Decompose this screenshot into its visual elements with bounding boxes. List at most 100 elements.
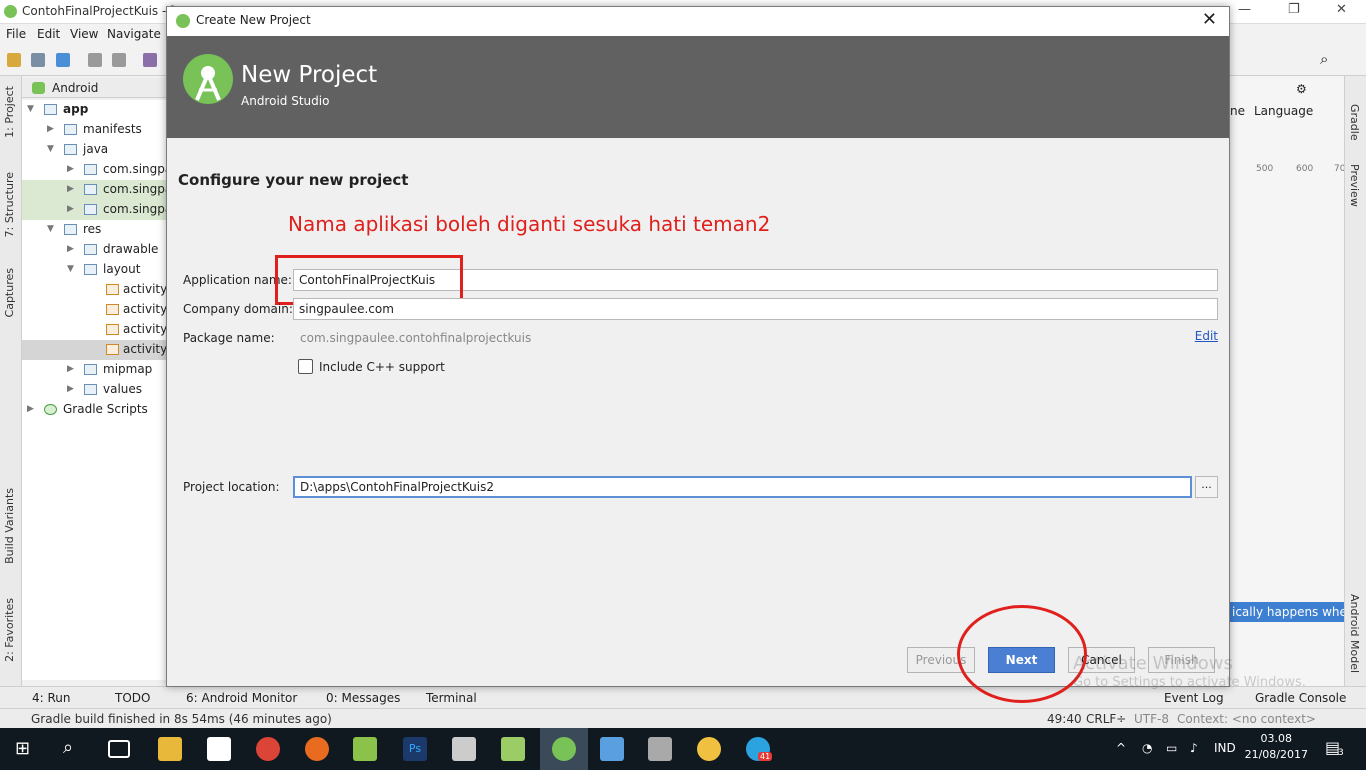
highlight-circle — [957, 605, 1087, 703]
menu-view[interactable]: View — [70, 27, 98, 41]
menu-edit[interactable]: Edit — [37, 27, 60, 41]
tree-item[interactable]: ▶ com.singpa — [22, 200, 166, 220]
minimize-icon[interactable]: — — [1238, 2, 1251, 17]
menu-navigate[interactable]: Navigate — [107, 27, 161, 41]
app-icon[interactable] — [353, 737, 377, 761]
tab-android-monitor[interactable]: 6: Android Monitor — [186, 691, 297, 705]
windows-taskbar: ⊞ ⌕ Ps 41 ^ ◔ ▭ ♪ IND 03.08 21/08/2017 ▤… — [0, 728, 1366, 770]
tab-project[interactable]: 1: Project — [3, 86, 16, 138]
firefox-icon[interactable] — [305, 737, 329, 761]
project-view-selector[interactable]: Android — [52, 81, 98, 95]
virtualbox-icon[interactable] — [600, 737, 624, 761]
context-indicator: Context: <no context> — [1177, 712, 1316, 726]
android-icon — [32, 82, 45, 94]
tree-item[interactable]: ▼ java — [22, 140, 166, 160]
tree-item[interactable]: ▼ res — [22, 220, 166, 240]
android-studio-icon[interactable] — [552, 737, 576, 761]
tab-gradle[interactable]: Gradle — [1348, 104, 1361, 141]
tree-item[interactable]: activity_ — [22, 300, 166, 320]
dialog-title: Create New Project — [196, 13, 311, 27]
browse-button[interactable]: ... — [1195, 476, 1218, 498]
photoshop-icon[interactable]: Ps — [403, 737, 427, 761]
notification-count: 3 — [1338, 748, 1344, 758]
tab-messages[interactable]: 0: Messages — [326, 691, 400, 705]
chevron-up-icon[interactable]: ^ — [1116, 741, 1126, 755]
tree-item[interactable]: ▶ manifests — [22, 120, 166, 140]
windows-start-icon[interactable]: ⊞ — [15, 738, 30, 759]
tab-run[interactable]: 4: Run — [32, 691, 71, 705]
include-cpp-checkbox[interactable] — [298, 359, 313, 374]
tab-favorites[interactable]: 2: Favorites — [3, 598, 16, 662]
project-location-input[interactable] — [293, 476, 1192, 498]
create-project-dialog: Create New Project ✕ New Project Android… — [166, 6, 1306, 703]
activation-watermark-sub: Go to Settings to activate Windows. — [1073, 675, 1306, 690]
maximize-icon[interactable]: ❐ — [1288, 2, 1300, 17]
tree-item[interactable]: ▶ mipmap — [22, 360, 166, 380]
tab-preview[interactable]: Preview — [1348, 164, 1361, 207]
tab-structure[interactable]: 7: Structure — [3, 172, 16, 237]
battery-icon[interactable]: ▭ — [1166, 741, 1177, 755]
app-icon[interactable] — [501, 737, 525, 761]
file-explorer-icon[interactable] — [158, 737, 182, 761]
telegram-badge: 41 — [758, 752, 773, 761]
menu-file[interactable]: File — [6, 27, 26, 41]
tree-item[interactable]: ▶ com.singpa — [22, 160, 166, 180]
redo-icon[interactable] — [112, 53, 126, 67]
tree-item[interactable]: ▶ drawable — [22, 240, 166, 260]
cut-icon[interactable] — [143, 53, 157, 67]
undo-icon[interactable] — [88, 53, 102, 67]
android-studio-icon — [4, 5, 17, 18]
line-separator[interactable]: CRLF÷ — [1086, 712, 1126, 726]
tab-android-model[interactable]: Android Model — [1348, 594, 1361, 673]
ide-close-icon[interactable]: ✕ — [1336, 2, 1347, 17]
open-folder-icon[interactable] — [7, 53, 21, 67]
tree-item[interactable]: ▼ app — [22, 100, 166, 120]
language-selector[interactable]: Language — [1254, 104, 1313, 118]
search-icon[interactable]: ⌕ — [63, 737, 73, 758]
volume-icon[interactable]: ♪ — [1190, 741, 1198, 755]
tree-item[interactable]: ▶ values — [22, 380, 166, 400]
store-icon[interactable] — [207, 737, 231, 761]
company-domain-input[interactable] — [293, 298, 1218, 320]
chrome-icon[interactable] — [256, 737, 280, 761]
task-view-icon[interactable] — [108, 740, 130, 758]
save-icon[interactable] — [31, 53, 45, 67]
banner-subtitle: Android Studio — [241, 94, 330, 108]
sync-icon[interactable] — [56, 53, 70, 67]
language-indicator[interactable]: IND — [1214, 741, 1236, 755]
tree-item[interactable]: activity_ — [22, 280, 166, 300]
cursor-position[interactable]: 49:40 — [1047, 712, 1082, 726]
tree-item[interactable]: activity_ — [22, 340, 166, 360]
search-icon[interactable]: ⌕ — [1320, 50, 1328, 68]
status-message: Gradle build finished in 8s 54ms (46 min… — [31, 712, 332, 726]
edit-package-link[interactable]: Edit — [1195, 329, 1218, 343]
partial-label: ne — [1230, 104, 1245, 118]
activation-watermark: Activate Windows — [1073, 653, 1233, 674]
tab-gradle-console[interactable]: Gradle Console — [1255, 691, 1346, 705]
tree-item[interactable]: ▶ com.singpa — [22, 180, 166, 200]
clock-time: 03.08 — [1260, 732, 1293, 745]
network-icon[interactable]: ◔ — [1142, 741, 1152, 755]
project-view-header: Android — [22, 78, 166, 98]
android-studio-logo-icon — [183, 54, 233, 104]
tree-item[interactable]: ▼ layout — [22, 260, 166, 280]
tab-todo[interactable]: TODO — [115, 691, 150, 705]
calendar-icon[interactable] — [452, 737, 476, 761]
tab-terminal[interactable]: Terminal — [426, 691, 477, 705]
include-cpp-label[interactable]: Include C++ support — [319, 360, 445, 374]
tab-event-log[interactable]: Event Log — [1164, 691, 1224, 705]
tab-captures[interactable]: Captures — [3, 268, 16, 317]
clock[interactable]: 03.08 21/08/2017 — [1245, 731, 1308, 763]
settings-icon[interactable]: ⚙ — [1296, 82, 1307, 96]
file-encoding[interactable]: UTF-8 — [1134, 712, 1169, 726]
paint-icon[interactable] — [697, 737, 721, 761]
dialog-title-bar: Create New Project ✕ — [167, 7, 1229, 36]
emulator-icon[interactable] — [648, 737, 672, 761]
project-location-label: Project location: — [183, 480, 280, 494]
info-banner: ically happens when t — [1230, 602, 1363, 622]
tab-build-variants[interactable]: Build Variants — [3, 488, 16, 564]
tree-item[interactable]: ▶ Gradle Scripts — [22, 400, 166, 420]
tree-item[interactable]: activity_ — [22, 320, 166, 340]
ruler-label: 500 — [1256, 164, 1274, 174]
close-icon[interactable]: ✕ — [1202, 9, 1217, 30]
